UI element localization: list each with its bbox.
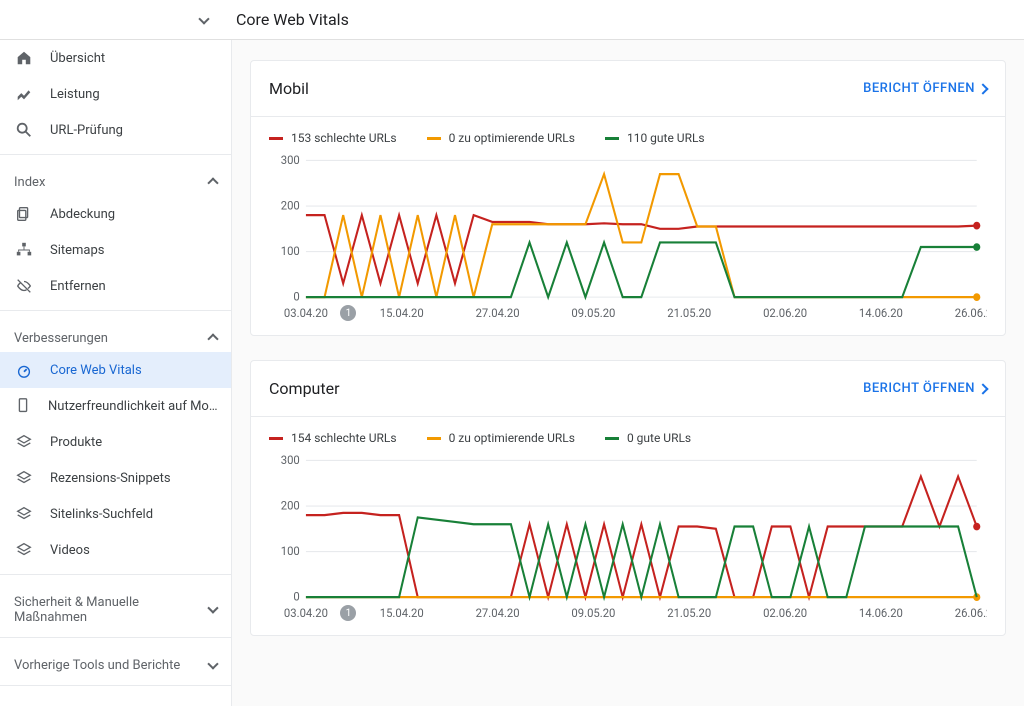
chart-legend: 154 schlechte URLs 0 zu optimierende URL…: [251, 417, 1005, 455]
svg-text:200: 200: [281, 498, 300, 512]
sidebar-item-abdeckung[interactable]: Abdeckung: [0, 196, 231, 232]
svg-text:14.06.20: 14.06.20: [859, 605, 903, 619]
sidebar-item-label: Übersicht: [50, 51, 105, 66]
sidebar-item-label: URL-Prüfung: [50, 123, 123, 138]
copy-icon: [14, 204, 34, 224]
speed-icon: [14, 360, 34, 380]
event-marker[interactable]: 1: [340, 305, 356, 321]
chevron-down-icon: [207, 658, 218, 669]
main: Mobil BERICHT ÖFFNEN 153 schlechte URLs …: [232, 40, 1024, 706]
sidebar-section-header[interactable]: Vorherige Tools und Berichte: [0, 644, 231, 679]
svg-text:02.06.20: 02.06.20: [763, 605, 807, 619]
chevron-right-icon: [977, 83, 988, 94]
svg-text:03.04.20: 03.04.20: [284, 305, 328, 319]
layers-icon: [14, 468, 34, 488]
open-report-label: BERICHT ÖFFNEN: [863, 381, 975, 396]
sidebar-item-videos[interactable]: Videos: [0, 532, 231, 568]
sidebar-item-label: Produkte: [50, 435, 102, 450]
svg-text:15.04.20: 15.04.20: [380, 605, 424, 619]
sidebar-item-label: Leistung: [50, 87, 100, 102]
legend-item-bad: 153 schlechte URLs: [269, 131, 397, 145]
legend-item-warn: 0 zu optimierende URLs: [427, 131, 575, 145]
card-mobile: Mobil BERICHT ÖFFNEN 153 schlechte URLs …: [250, 60, 1006, 336]
page-title: Core Web Vitals: [208, 10, 349, 29]
svg-text:27.04.20: 27.04.20: [476, 305, 520, 319]
sidebar-item-label: Sitelinks-Suchfeld: [50, 507, 153, 522]
sidebar-item-home[interactable]: Übersicht: [0, 40, 231, 76]
sidebar-item-trend[interactable]: Leistung: [0, 76, 231, 112]
hide-icon: [14, 276, 34, 296]
sidebar-item-label: Abdeckung: [50, 207, 115, 222]
chart-area: 0 100 200 300 03.04.20 15.04.20 27.04.20 09.05.…: [251, 455, 1005, 635]
sidebar-item-nutzerfreundlichkeit-auf-mo-[interactable]: Nutzerfreundlichkeit auf Mo…: [0, 388, 231, 424]
svg-text:26.06.20: 26.06.20: [955, 605, 987, 619]
svg-text:03.04.20: 03.04.20: [284, 605, 328, 619]
svg-text:200: 200: [281, 198, 300, 212]
chevron-right-icon: [977, 383, 988, 394]
sitemap-icon: [14, 240, 34, 260]
sidebar-item-label: Nutzerfreundlichkeit auf Mo…: [48, 399, 218, 414]
svg-text:300: 300: [281, 155, 300, 167]
chart-legend: 153 schlechte URLs 0 zu optimierende URL…: [251, 117, 1005, 155]
home-icon: [14, 48, 34, 68]
svg-text:21.05.20: 21.05.20: [667, 605, 711, 619]
sidebar-item-label: Core Web Vitals: [50, 363, 142, 378]
legend-item-good: 110 gute URLs: [605, 131, 705, 145]
sidebar-section-title: Vorherige Tools und Berichte: [14, 658, 180, 673]
card-title: Mobil: [269, 79, 309, 98]
svg-text:26.06.20: 26.06.20: [955, 305, 987, 319]
sidebar-section-title: Index: [14, 175, 45, 190]
sidebar-item-core-web-vitals[interactable]: Core Web Vitals: [0, 352, 231, 388]
sidebar-item-produkte[interactable]: Produkte: [0, 424, 231, 460]
phone-icon: [14, 396, 32, 416]
sidebar-item-entfernen[interactable]: Entfernen: [0, 268, 231, 304]
sidebar-item-search[interactable]: URL-Prüfung: [0, 112, 231, 148]
trend-icon: [14, 84, 34, 104]
open-report-label: BERICHT ÖFFNEN: [863, 81, 975, 96]
svg-text:27.04.20: 27.04.20: [476, 605, 520, 619]
card-desktop: Computer BERICHT ÖFFNEN 154 schlechte UR…: [250, 360, 1006, 636]
sidebar-item-rezensions-snippets[interactable]: Rezensions-Snippets: [0, 460, 231, 496]
card-title: Computer: [269, 379, 340, 398]
sidebar: Übersicht Leistung URL-Prüfung Index Abd…: [0, 40, 232, 706]
sidebar-item-label: Sitemaps: [50, 243, 105, 258]
svg-text:15.04.20: 15.04.20: [380, 305, 424, 319]
sidebar-section-title: Sicherheit & Manuelle Maßnahmen: [14, 595, 209, 625]
svg-text:09.05.20: 09.05.20: [571, 605, 615, 619]
svg-text:300: 300: [281, 455, 300, 467]
event-marker[interactable]: 1: [340, 605, 356, 621]
svg-text:100: 100: [281, 544, 300, 558]
open-report-button[interactable]: BERICHT ÖFFNEN: [863, 81, 987, 96]
sidebar-item-label: Videos: [50, 543, 90, 558]
property-dropdown[interactable]: [200, 12, 208, 27]
sidebar-section-header[interactable]: Index: [0, 161, 231, 196]
svg-text:21.05.20: 21.05.20: [667, 305, 711, 319]
sidebar-section-title: Verbesserungen: [14, 331, 108, 346]
sidebar-item-label: Rezensions-Snippets: [50, 471, 171, 486]
svg-text:100: 100: [281, 244, 300, 258]
svg-text:0: 0: [293, 289, 299, 303]
sidebar-item-sitemaps[interactable]: Sitemaps: [0, 232, 231, 268]
search-icon: [14, 120, 34, 140]
sidebar-item-sitelinks-suchfeld[interactable]: Sitelinks-Suchfeld: [0, 496, 231, 532]
chevron-up-icon: [207, 333, 218, 344]
svg-text:02.06.20: 02.06.20: [763, 305, 807, 319]
layers-icon: [14, 540, 34, 560]
sidebar-section-header[interactable]: Sicherheit & Manuelle Maßnahmen: [0, 581, 231, 631]
layers-icon: [14, 432, 34, 452]
sidebar-section-header[interactable]: Verbesserungen: [0, 317, 231, 352]
svg-text:0: 0: [293, 589, 299, 603]
legend-item-good: 0 gute URLs: [605, 431, 691, 445]
open-report-button[interactable]: BERICHT ÖFFNEN: [863, 381, 987, 396]
layers-icon: [14, 504, 34, 524]
svg-text:14.06.20: 14.06.20: [859, 305, 903, 319]
legend-item-bad: 154 schlechte URLs: [269, 431, 397, 445]
svg-text:09.05.20: 09.05.20: [571, 305, 615, 319]
chart-area: 0 100 200 300 03.04.20 15.04.20 27.04.20 09.05.…: [251, 155, 1005, 335]
legend-item-warn: 0 zu optimierende URLs: [427, 431, 575, 445]
sidebar-item-label: Entfernen: [50, 279, 106, 294]
chevron-up-icon: [207, 177, 218, 188]
